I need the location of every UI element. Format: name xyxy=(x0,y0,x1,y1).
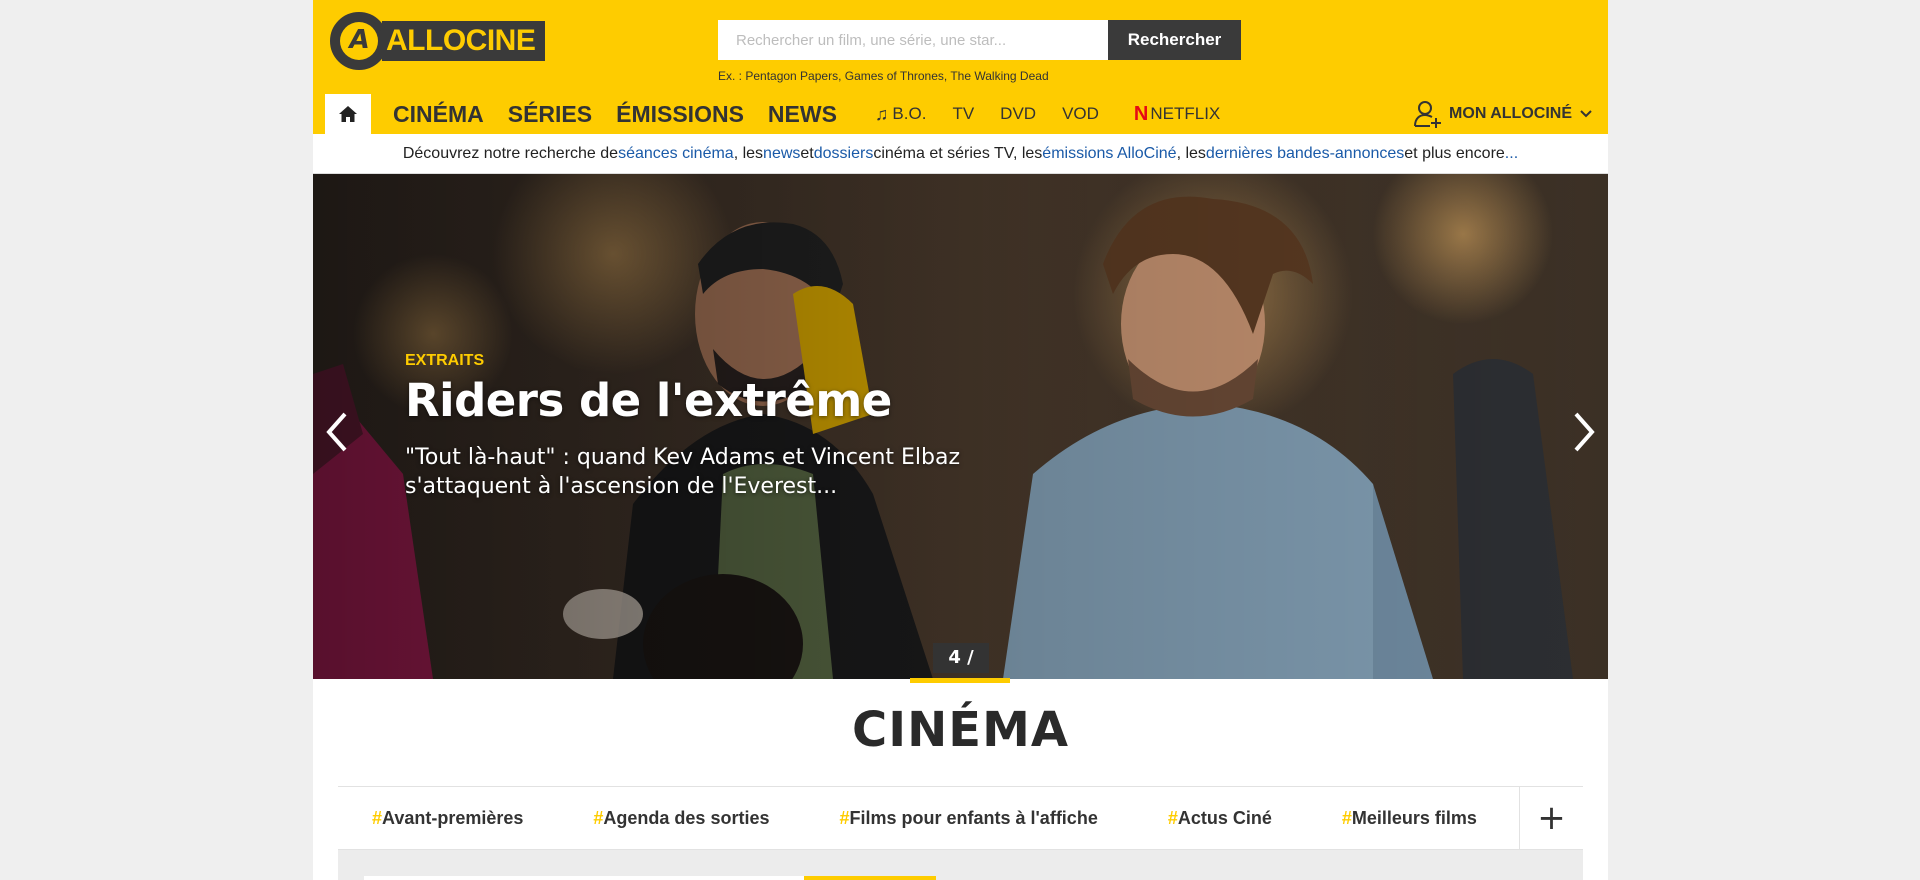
link-emissions-allocine[interactable]: émissions AlloCiné xyxy=(1042,145,1176,163)
search-input[interactable] xyxy=(718,20,1108,60)
slide-counter: 4 / 12 xyxy=(933,643,989,679)
tag-agenda-sorties[interactable]: #Agenda des sorties xyxy=(593,808,769,829)
hash-symbol: # xyxy=(1167,807,1178,828)
site-header: ALLOCINE Rechercher Ex. : Pentagon Paper… xyxy=(313,0,1608,134)
nav-netflix-label: NETFLIX xyxy=(1150,104,1221,123)
content-input-area[interactable] xyxy=(364,876,804,880)
discover-text: cinéma et séries TV, les xyxy=(873,144,1043,162)
search-button[interactable]: Rechercher xyxy=(1108,20,1241,60)
tag-meilleurs-films[interactable]: #Meilleurs films xyxy=(1342,808,1477,829)
link-dossiers[interactable]: dossiers xyxy=(814,145,874,163)
mon-allocine-label: MON ALLOCINÉ xyxy=(1449,105,1572,122)
user-add-icon xyxy=(1414,101,1442,128)
section-title: CINÉMA xyxy=(852,702,1069,758)
allocine-logo-mark xyxy=(330,12,388,70)
music-note-icon: ♫ xyxy=(874,103,889,124)
hero-description: "Tout là-haut" : quand Kev Adams et Vinc… xyxy=(405,445,961,499)
nav-bo-label: B.O. xyxy=(892,104,927,123)
hash-symbol: # xyxy=(593,807,604,828)
tag-label: Actus Ciné xyxy=(1177,807,1272,828)
tag-avant-premieres[interactable]: #Avant-premières xyxy=(372,808,523,829)
hero-caption[interactable]: EXTRAITS Riders de l'extrême "Tout là-ha… xyxy=(405,352,965,501)
nav-netflix[interactable]: N NETFLIX xyxy=(1112,94,1233,134)
discover-bar: Découvrez notre recherche de séances cin… xyxy=(313,134,1608,174)
nav-emissions[interactable]: ÉMISSIONS xyxy=(604,94,756,134)
tag-actus-cine[interactable]: #Actus Ciné xyxy=(1168,808,1272,829)
tag-label: Agenda des sorties xyxy=(603,807,770,828)
hero-slider[interactable]: EXTRAITS Riders de l'extrême "Tout là-ha… xyxy=(313,174,1608,679)
hero-category: EXTRAITS xyxy=(405,352,485,369)
discover-text: Découvrez notre recherche de xyxy=(402,144,619,162)
tag-label: Avant-premières xyxy=(382,807,524,828)
search-hint: Ex. : Pentagon Papers, Games of Thrones,… xyxy=(718,69,1049,83)
nav-dvd[interactable]: DVD xyxy=(987,94,1049,134)
chevron-down-icon xyxy=(1580,110,1592,118)
hash-symbol: # xyxy=(1341,807,1352,828)
nav-news[interactable]: NEWS xyxy=(756,94,849,134)
home-icon xyxy=(339,106,357,122)
more-tags-button[interactable]: + xyxy=(1519,787,1583,849)
chevron-right-icon[interactable] xyxy=(1568,410,1598,454)
link-more[interactable]: ... xyxy=(1505,145,1518,163)
mon-allocine-menu[interactable]: MON ALLOCINÉ xyxy=(1413,95,1592,133)
tag-films-enfants[interactable]: #Films pour enfants à l'affiche xyxy=(839,808,1097,829)
link-news[interactable]: news xyxy=(763,145,800,163)
hash-symbol: # xyxy=(839,807,850,828)
slide-progress-bar xyxy=(910,678,1010,683)
search-bar: Rechercher xyxy=(718,20,1253,60)
hashtag-bar: #Avant-premières #Agenda des sorties #Fi… xyxy=(338,786,1583,850)
tag-label: Meilleurs films xyxy=(1351,807,1477,828)
content-block xyxy=(338,850,1583,880)
nav-series[interactable]: SÉRIES xyxy=(496,94,604,134)
nav-bo[interactable]: ♫ B.O. xyxy=(849,94,940,134)
nav-vod[interactable]: VOD xyxy=(1049,94,1112,134)
hero-title[interactable]: Riders de l'extrême xyxy=(405,374,965,427)
discover-text: et xyxy=(800,144,814,162)
discover-text: et plus encore xyxy=(1404,144,1505,162)
discover-text: , les xyxy=(1176,144,1206,162)
netflix-icon: N xyxy=(1133,102,1149,125)
content-button-area[interactable] xyxy=(804,876,936,880)
nav-tv[interactable]: TV xyxy=(939,94,987,134)
nav-cinema[interactable]: CINÉMA xyxy=(371,94,496,134)
nav-home-button[interactable] xyxy=(325,94,371,134)
link-seances-cinema[interactable]: séances cinéma xyxy=(618,145,734,163)
tag-label: Films pour enfants à l'affiche xyxy=(849,807,1098,828)
chevron-left-icon[interactable] xyxy=(323,410,353,454)
allocine-logo[interactable]: ALLOCINE xyxy=(330,12,552,70)
page: ALLOCINE Rechercher Ex. : Pentagon Paper… xyxy=(313,0,1608,880)
main-nav: CINÉMA SÉRIES ÉMISSIONS NEWS ♫ B.O. TV D… xyxy=(325,94,1233,134)
link-bandes-annonces[interactable]: dernières bandes-annonces xyxy=(1206,145,1404,163)
discover-text: , les xyxy=(733,144,764,162)
logo-text: ALLOCINE xyxy=(382,21,546,61)
hash-symbol: # xyxy=(372,807,383,828)
